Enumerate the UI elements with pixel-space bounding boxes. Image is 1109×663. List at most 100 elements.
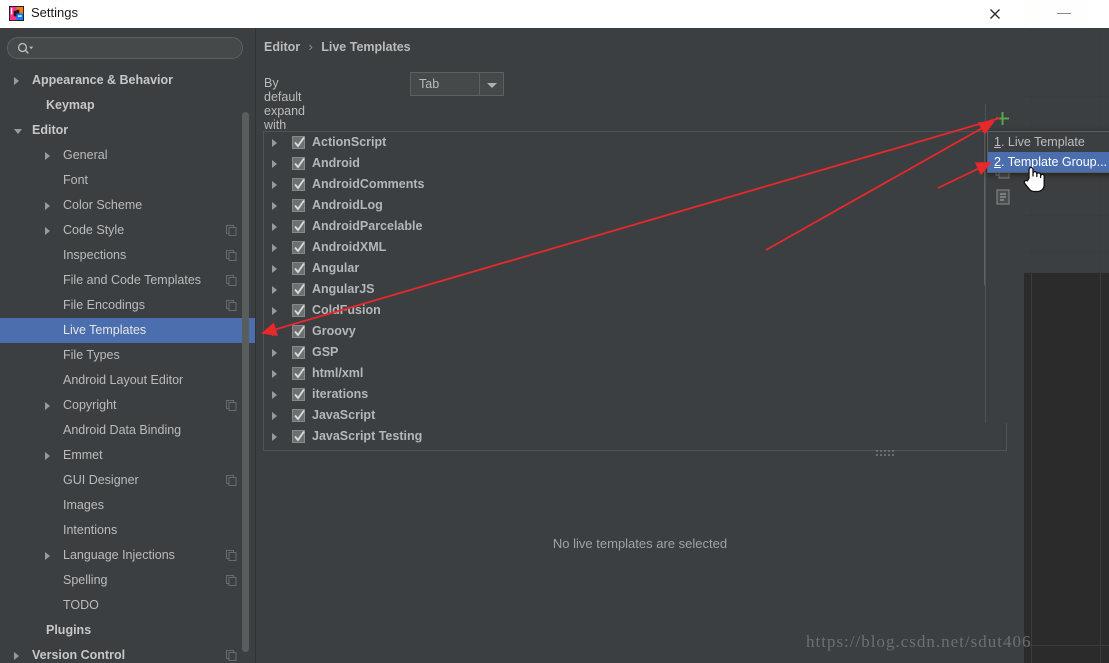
template-group-checkbox[interactable] — [292, 304, 305, 317]
template-group-row[interactable]: ActionScript — [264, 132, 989, 153]
splitter-dot — [884, 454, 886, 456]
chevron-right-icon[interactable] — [272, 307, 277, 315]
template-group-row[interactable]: AndroidParcelable — [264, 216, 989, 237]
sidebar-item-plugins[interactable]: Plugins — [0, 618, 255, 643]
chevron-right-icon[interactable] — [14, 77, 19, 85]
breadcrumb-parent[interactable]: Editor — [264, 40, 300, 54]
template-group-row[interactable]: AndroidLog — [264, 195, 989, 216]
sidebar-item-file-types[interactable]: File Types — [0, 343, 255, 368]
sidebar-item-images[interactable]: Images — [0, 493, 255, 518]
sidebar-item-appearance-behavior[interactable]: Appearance & Behavior — [0, 68, 255, 93]
chevron-right-icon[interactable] — [45, 227, 50, 235]
sidebar-item-emmet[interactable]: Emmet — [0, 443, 255, 468]
chevron-right-icon[interactable] — [14, 652, 19, 660]
template-group-checkbox[interactable] — [292, 409, 305, 422]
sidebar-item-android-data-binding[interactable]: Android Data Binding — [0, 418, 255, 443]
chevron-right-icon[interactable] — [272, 181, 277, 189]
sidebar-item-language-injections[interactable]: Language Injections — [0, 543, 255, 568]
template-group-checkbox[interactable] — [292, 325, 305, 338]
sidebar-item-editor[interactable]: Editor — [0, 118, 255, 143]
sidebar-item-todo[interactable]: TODO — [0, 593, 255, 618]
expand-with-dropdown-button[interactable] — [479, 73, 503, 95]
panel-splitter-handle[interactable] — [876, 450, 914, 458]
template-group-checkbox[interactable] — [292, 283, 305, 296]
sidebar-item-spelling[interactable]: Spelling — [0, 568, 255, 593]
chevron-right-icon[interactable] — [272, 391, 277, 399]
template-group-checkbox[interactable] — [292, 199, 305, 212]
chevron-right-icon[interactable] — [45, 152, 50, 160]
sidebar-scrollbar-thumb[interactable] — [242, 112, 249, 652]
template-group-checkbox[interactable] — [292, 346, 305, 359]
chevron-down-icon[interactable] — [14, 129, 22, 134]
minimize-icon[interactable] — [1057, 13, 1071, 14]
background-divider-line — [1023, 645, 1109, 646]
settings-tree[interactable]: Appearance & Behavior Keymap Editor General… — [0, 68, 255, 663]
sidebar-item-copyright[interactable]: Copyright — [0, 393, 255, 418]
menu-item-1[interactable]: 1. Live Template — [988, 132, 1109, 152]
template-group-checkbox[interactable] — [292, 136, 305, 149]
template-group-row[interactable]: Android — [264, 153, 989, 174]
template-group-row[interactable]: Angular — [264, 258, 989, 279]
template-groups-list[interactable]: ActionScript Android AndroidComments Androi… — [264, 132, 989, 450]
chevron-right-icon[interactable] — [272, 244, 277, 252]
sidebar-item-keymap[interactable]: Keymap — [0, 93, 255, 118]
sidebar-item-file-encodings[interactable]: File Encodings — [0, 293, 255, 318]
template-group-row[interactable]: JavaScript Testing — [264, 426, 989, 447]
sidebar-item-file-and-code-templates[interactable]: File and Code Templates — [0, 268, 255, 293]
chevron-right-icon[interactable] — [272, 328, 277, 336]
template-group-row[interactable]: GSP — [264, 342, 989, 363]
template-group-checkbox[interactable] — [292, 241, 305, 254]
chevron-right-icon[interactable] — [272, 433, 277, 441]
chevron-right-icon[interactable] — [272, 139, 277, 147]
chevron-right-icon[interactable] — [45, 552, 50, 560]
template-group-row[interactable]: html/xml — [264, 363, 989, 384]
splitter-dot — [888, 454, 890, 456]
expand-with-select[interactable]: Tab — [410, 72, 504, 96]
template-group-row[interactable]: AndroidComments — [264, 174, 989, 195]
search-icon[interactable] — [17, 42, 33, 56]
template-group-row[interactable]: JavaScript — [264, 405, 989, 426]
chevron-right-icon[interactable] — [272, 370, 277, 378]
template-group-row[interactable]: AngularJS — [264, 279, 989, 300]
chevron-right-icon[interactable] — [45, 452, 50, 460]
sidebar-item-gui-designer[interactable]: GUI Designer — [0, 468, 255, 493]
sidebar-item-color-scheme[interactable]: Color Scheme — [0, 193, 255, 218]
chevron-right-icon[interactable] — [272, 412, 277, 420]
chevron-right-icon[interactable] — [272, 160, 277, 168]
sidebar-item-live-templates[interactable]: Live Templates — [0, 318, 255, 343]
template-group-checkbox[interactable] — [292, 430, 305, 443]
template-group-checkbox[interactable] — [292, 367, 305, 380]
sidebar-item-font[interactable]: Font — [0, 168, 255, 193]
intellij-idea-icon — [9, 6, 24, 21]
template-group-checkbox[interactable] — [292, 220, 305, 233]
chevron-right-icon[interactable] — [272, 286, 277, 294]
sidebar-scrollbar[interactable] — [242, 68, 252, 663]
sidebar-item-version-control[interactable]: Version Control — [0, 643, 255, 663]
chevron-right-icon[interactable] — [272, 349, 277, 357]
sidebar-item-android-layout-editor[interactable]: Android Layout Editor — [0, 368, 255, 393]
template-group-row[interactable]: Groovy — [264, 321, 989, 342]
template-group-row[interactable]: iterations — [264, 384, 989, 405]
chevron-right-icon[interactable] — [272, 202, 277, 210]
sidebar-item-inspections[interactable]: Inspections — [0, 243, 255, 268]
template-group-checkbox[interactable] — [292, 262, 305, 275]
template-group-row[interactable]: AndroidXML — [264, 237, 989, 258]
chevron-right-icon[interactable] — [45, 202, 50, 210]
edit-variables-button[interactable] — [990, 184, 1016, 210]
template-group-checkbox[interactable] — [292, 388, 305, 401]
template-group-checkbox[interactable] — [292, 157, 305, 170]
template-group-row[interactable]: ColdFusion — [264, 300, 989, 321]
chevron-right-icon[interactable] — [45, 402, 50, 410]
add-template-button[interactable] — [990, 106, 1016, 132]
search-input[interactable] — [38, 40, 233, 57]
chevron-right-icon[interactable] — [272, 223, 277, 231]
expand-with-label: By default expand with — [264, 76, 306, 132]
menu-item-2[interactable]: 2. Template Group... — [988, 152, 1109, 172]
template-group-checkbox[interactable] — [292, 178, 305, 191]
chevron-right-icon[interactable] — [272, 265, 277, 273]
search-box[interactable] — [7, 37, 243, 59]
sidebar-item-general[interactable]: General — [0, 143, 255, 168]
sidebar-item-code-style[interactable]: Code Style — [0, 218, 255, 243]
sidebar-item-intentions[interactable]: Intentions — [0, 518, 255, 543]
close-icon[interactable] — [988, 7, 1002, 21]
